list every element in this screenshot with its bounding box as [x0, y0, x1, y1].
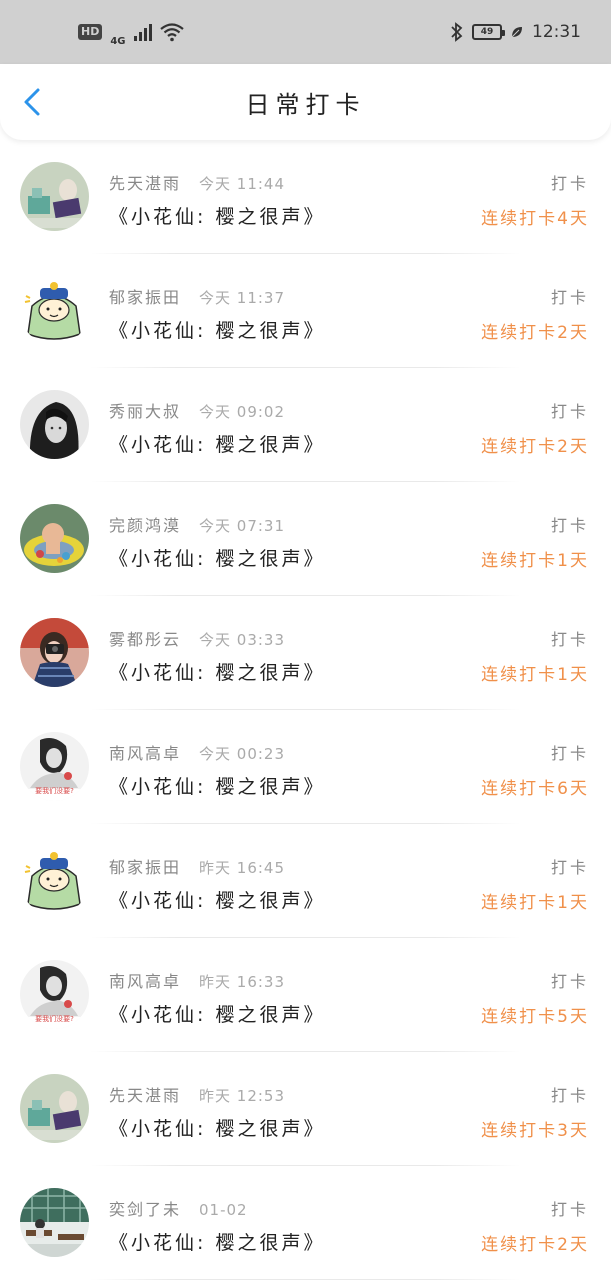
checkin-row[interactable]: 郁家振田 昨天 16:45 《小花仙: 樱之很声》 打卡连续打卡1天	[0, 824, 611, 938]
user-avatar[interactable]: 要我们没要?	[20, 960, 89, 1029]
book-title[interactable]: 《小花仙: 樱之很声》	[109, 886, 325, 913]
checkin-row[interactable]: 奕剑了未 01-02 《小花仙: 樱之很声》 打卡连续打卡2天	[0, 1166, 611, 1280]
battery-level: 49	[480, 27, 494, 37]
checkin-type: 打卡	[550, 858, 589, 877]
book-title[interactable]: 《小花仙: 樱之很声》	[109, 772, 325, 799]
checkin-time: 昨天 12:53	[199, 1087, 286, 1105]
streak-label: 连续打卡6天	[481, 779, 589, 799]
username[interactable]: 完颜鸿漠	[109, 512, 181, 536]
checkin-list: 先天湛雨 今天 11:44 《小花仙: 樱之很声》 打卡 连续打卡4天 郁家振田 今天 1…	[0, 140, 611, 1280]
checkin-row[interactable]: 先天湛雨 今天 11:44 《小花仙: 樱之很声》 打卡连续打卡4天	[0, 140, 611, 254]
username[interactable]: 南风高卓	[109, 740, 181, 764]
streak-label: 连续打卡2天	[481, 1235, 589, 1255]
streak-label: 连续打卡1天	[481, 551, 589, 571]
row-meta: 先天湛雨 昨天 12:53	[109, 1082, 285, 1106]
user-avatar[interactable]	[20, 390, 89, 459]
status-right: 49 12:31	[450, 22, 581, 42]
checkin-time: 今天 07:31	[199, 517, 286, 535]
checkin-row[interactable]: 秀丽大叔 今天 09:02 《小花仙: 樱之很声》 打卡连续打卡2天	[0, 368, 611, 482]
row-meta: 南风高卓 昨天 16:33	[109, 968, 285, 992]
user-avatar[interactable]	[20, 1188, 89, 1257]
row-meta: 雾都彤云 今天 03:33	[109, 626, 285, 650]
username[interactable]: 郁家振田	[109, 854, 181, 878]
row-meta: 郁家振田 今天 11:37	[109, 284, 285, 308]
bluetooth-icon	[451, 22, 463, 42]
checkin-time: 今天 03:33	[199, 631, 286, 649]
checkin-row[interactable]: 郁家振田 今天 11:37 《小花仙: 樱之很声》 打卡连续打卡2天	[0, 254, 611, 368]
avatar-caption: 要我们没要?	[35, 787, 74, 795]
row-meta: 秀丽大叔 今天 09:02	[109, 398, 285, 422]
checkin-type: 打卡	[550, 174, 589, 193]
checkin-row[interactable]: 要我们没要? 南风高卓 今天 00:23 《小花仙: 樱之很声》 打卡连续打卡6天	[0, 710, 611, 824]
book-title[interactable]: 《小花仙: 樱之很声》	[109, 544, 325, 571]
book-title[interactable]: 《小花仙: 樱之很声》	[109, 1000, 325, 1027]
checkin-time: 昨天 16:33	[199, 973, 286, 991]
checkin-row[interactable]: 要我们没要? 南风高卓 昨天 16:33 《小花仙: 樱之很声》 打卡连续打卡5天	[0, 938, 611, 1052]
checkin-row[interactable]: 完颜鸿漠 今天 07:31 《小花仙: 樱之很声》 打卡连续打卡1天	[0, 482, 611, 596]
checkin-row[interactable]: 雾都彤云 今天 03:33 《小花仙: 樱之很声》 打卡连续打卡1天	[0, 596, 611, 710]
username[interactable]: 南风高卓	[109, 968, 181, 992]
row-meta: 南风高卓 今天 00:23	[109, 740, 285, 764]
streak-label: 连续打卡1天	[481, 665, 589, 685]
checkin-type: 打卡	[550, 1086, 589, 1105]
checkin-time: 今天 11:44	[199, 175, 286, 193]
checkin-type: 打卡	[550, 744, 589, 763]
checkin-time: 昨天 16:45	[199, 859, 286, 877]
status-bar: HD 4G 49 12:31	[0, 0, 611, 64]
checkin-type: 打卡	[550, 1200, 589, 1219]
checkin-time: 今天 09:02	[199, 403, 286, 421]
user-avatar[interactable]: 要我们没要?	[20, 732, 89, 801]
page-title: 日常打卡	[245, 90, 366, 119]
user-avatar[interactable]	[20, 504, 89, 573]
user-avatar[interactable]	[20, 846, 89, 915]
checkin-type: 打卡	[550, 630, 589, 649]
book-title[interactable]: 《小花仙: 樱之很声》	[109, 202, 325, 229]
checkin-row[interactable]: 先天湛雨 昨天 12:53 《小花仙: 樱之很声》 打卡连续打卡3天	[0, 1052, 611, 1166]
streak-label: 连续打卡2天	[481, 323, 589, 343]
row-meta: 奕剑了未 01-02	[109, 1196, 248, 1220]
back-arrow-icon[interactable]	[18, 86, 50, 118]
username[interactable]: 先天湛雨	[109, 170, 181, 194]
battery-icon: 49	[472, 24, 505, 40]
checkin-type: 打卡	[550, 516, 589, 535]
checkin-type: 打卡	[550, 288, 589, 307]
checkin-time: 今天 11:37	[199, 289, 286, 307]
wifi-icon	[159, 23, 184, 42]
book-title[interactable]: 《小花仙: 樱之很声》	[109, 316, 325, 343]
username[interactable]: 奕剑了未	[109, 1196, 181, 1220]
streak-label: 连续打卡2天	[481, 437, 589, 457]
checkin-type: 打卡	[550, 972, 589, 991]
clock: 12:31	[532, 22, 581, 42]
user-avatar[interactable]	[20, 1074, 89, 1143]
book-title[interactable]: 《小花仙: 樱之很声》	[109, 1114, 325, 1141]
username[interactable]: 先天湛雨	[109, 1082, 181, 1106]
page-header: 日常打卡	[0, 64, 611, 140]
avatar-caption: 要我们没要?	[35, 1015, 74, 1023]
streak-label: 连续打卡3天	[481, 1121, 589, 1141]
username[interactable]: 秀丽大叔	[109, 398, 181, 422]
row-meta: 郁家振田 昨天 16:45	[109, 854, 285, 878]
streak-label: 连续打卡1天	[481, 893, 589, 913]
user-avatar[interactable]	[20, 162, 89, 231]
status-left: HD 4G	[78, 17, 184, 47]
user-avatar[interactable]	[20, 276, 89, 345]
network-type: 4G	[110, 36, 126, 47]
leaf-icon	[511, 27, 522, 38]
book-title[interactable]: 《小花仙: 樱之很声》	[109, 1228, 325, 1255]
book-title[interactable]: 《小花仙: 樱之很声》	[109, 658, 325, 685]
row-meta: 完颜鸿漠 今天 07:31	[109, 512, 285, 536]
signal-icon	[133, 23, 152, 41]
streak-label: 连续打卡4天	[481, 209, 589, 229]
hd-badge: HD	[78, 24, 103, 40]
streak-label: 连续打卡5天	[481, 1007, 589, 1027]
book-title[interactable]: 《小花仙: 樱之很声》	[109, 430, 325, 457]
checkin-type: 打卡	[550, 402, 589, 421]
user-avatar[interactable]	[20, 618, 89, 687]
checkin-time: 01-02	[199, 1201, 248, 1219]
username[interactable]: 雾都彤云	[109, 626, 181, 650]
checkin-time: 今天 00:23	[199, 745, 286, 763]
row-meta: 先天湛雨 今天 11:44	[109, 170, 285, 194]
username[interactable]: 郁家振田	[109, 284, 181, 308]
